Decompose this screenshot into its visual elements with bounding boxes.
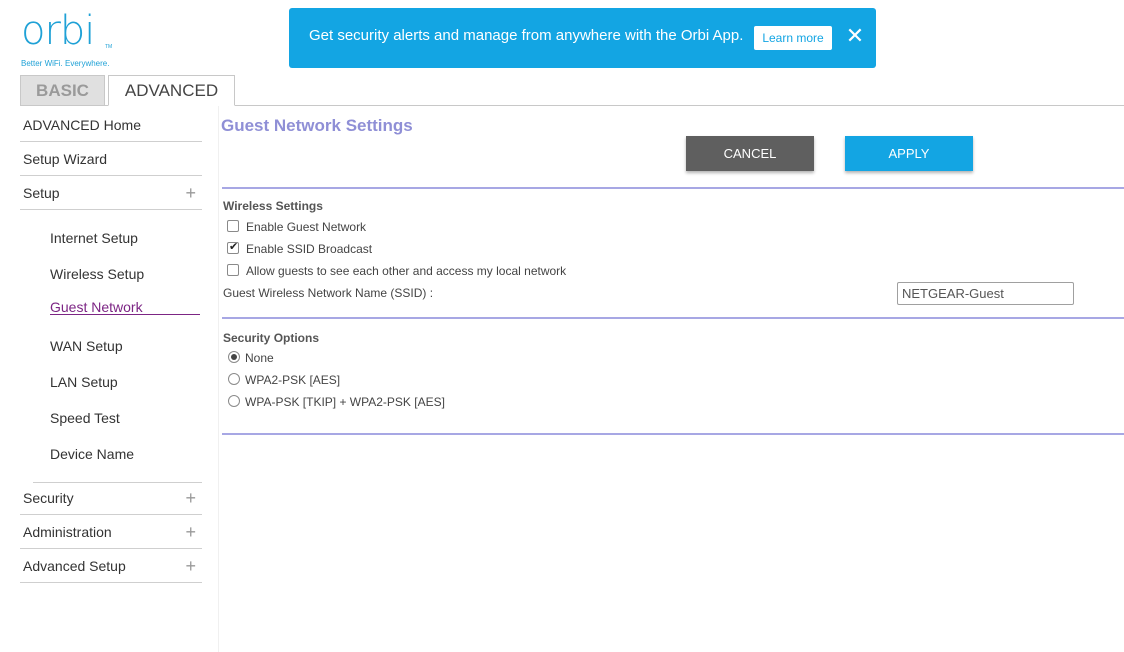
security-none-radio[interactable] <box>228 351 240 363</box>
logo-tagline: Better WiFi. Everywhere. <box>21 59 110 68</box>
logo-wordmark: orbi <box>21 8 95 54</box>
sidebar-subitem-internet-setup[interactable]: Internet Setup <box>50 230 138 246</box>
security-wpa-wpa2-radio[interactable] <box>228 395 240 407</box>
sidebar-item-advanced-setup[interactable]: Advanced Setup + <box>20 549 202 583</box>
learn-more-button[interactable]: Learn more <box>754 26 832 50</box>
app-promo-banner: Get security alerts and manage from anyw… <box>289 8 876 68</box>
wireless-settings-title: Wireless Settings <box>223 199 323 213</box>
apply-button[interactable]: APPLY <box>845 136 973 171</box>
tab-basic[interactable]: BASIC <box>20 75 105 106</box>
enable-guest-network-checkbox[interactable] <box>227 220 239 232</box>
sidebar-item-label: Administration <box>23 524 112 540</box>
expand-plus-icon[interactable]: + <box>185 176 196 210</box>
sidebar-subitem-speed-test[interactable]: Speed Test <box>50 410 120 426</box>
sidebar-item-advanced-home[interactable]: ADVANCED Home <box>20 108 202 142</box>
security-wpa2-radio[interactable] <box>228 373 240 385</box>
logo-trademark: TM <box>105 44 113 50</box>
banner-message: Get security alerts and manage from anyw… <box>309 27 744 44</box>
section-divider <box>222 187 1124 189</box>
ssid-label: Guest Wireless Network Name (SSID) : <box>223 286 434 300</box>
radio-selected-dot <box>231 354 237 360</box>
sidebar-item-label: Setup <box>23 185 60 201</box>
allow-guests-checkbox[interactable] <box>227 264 239 276</box>
active-item-underline <box>50 314 200 315</box>
sidebar-item-label: Advanced Setup <box>23 558 126 574</box>
sidebar-subitem-guest-network[interactable]: Guest Network <box>50 299 143 315</box>
ssid-input[interactable] <box>897 282 1074 305</box>
security-option-label: WPA-PSK [TKIP] + WPA2-PSK [AES] <box>245 395 445 409</box>
sidebar-separator <box>218 106 219 652</box>
sidebar-subitem-lan-setup[interactable]: LAN Setup <box>50 374 118 390</box>
enable-guest-network-label: Enable Guest Network <box>246 220 367 234</box>
security-option-label: None <box>245 351 274 365</box>
sidebar-item-setup-wizard[interactable]: Setup Wizard <box>20 142 202 176</box>
tab-advanced[interactable]: ADVANCED <box>108 75 235 106</box>
sidebar-subitem-wan-setup[interactable]: WAN Setup <box>50 338 123 354</box>
sidebar-item-label: ADVANCED Home <box>23 117 141 133</box>
expand-plus-icon[interactable]: + <box>185 515 196 549</box>
page-title: Guest Network Settings <box>221 116 413 135</box>
close-icon[interactable]: ✕ <box>845 24 865 48</box>
checkmark-icon: ✔ <box>229 241 239 253</box>
orbi-logo: orbi TM Better WiFi. Everywhere. <box>21 8 131 70</box>
enable-ssid-broadcast-checkbox[interactable]: ✔ <box>227 241 239 254</box>
section-divider <box>222 433 1124 435</box>
expand-plus-icon[interactable]: + <box>185 549 196 583</box>
security-options-title: Security Options <box>223 331 320 345</box>
allow-guests-label: Allow guests to see each other and acces… <box>246 264 567 278</box>
expand-plus-icon[interactable]: + <box>185 481 196 515</box>
sidebar-item-security[interactable]: Security + <box>20 481 202 515</box>
sidebar-item-setup[interactable]: Setup + <box>20 176 202 210</box>
section-divider <box>222 317 1124 319</box>
enable-ssid-broadcast-label: Enable SSID Broadcast <box>246 242 373 256</box>
cancel-button[interactable]: CANCEL <box>686 136 814 171</box>
sidebar-item-label: Setup Wizard <box>23 151 108 167</box>
sidebar-subitem-wireless-setup[interactable]: Wireless Setup <box>50 266 144 282</box>
security-option-label: WPA2-PSK [AES] <box>245 373 341 387</box>
sidebar-item-administration[interactable]: Administration + <box>20 515 202 549</box>
sidebar-subitem-device-name[interactable]: Device Name <box>50 446 134 462</box>
sidebar-item-label: Security <box>23 490 74 506</box>
